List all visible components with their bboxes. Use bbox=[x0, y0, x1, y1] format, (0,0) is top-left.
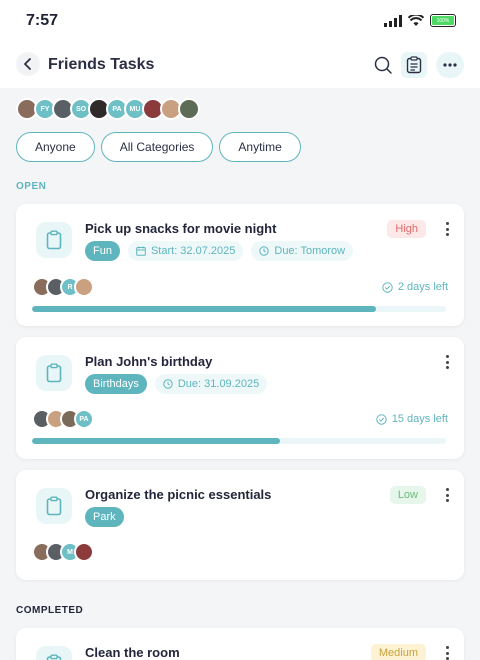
task-tags: Park bbox=[85, 507, 124, 527]
days-left-text: 15 days left bbox=[391, 413, 448, 425]
task-menu-button[interactable] bbox=[442, 644, 452, 660]
clipboard-icon bbox=[46, 363, 62, 383]
days-left-text: 2 days left bbox=[397, 281, 448, 293]
wifi-icon bbox=[408, 14, 424, 26]
progress-bar bbox=[32, 438, 446, 444]
search-icon bbox=[374, 56, 392, 74]
assignee-avatar bbox=[74, 277, 94, 297]
task-title: Pick up snacks for movie night bbox=[85, 221, 277, 236]
due-date: Due: Tomorow bbox=[251, 241, 354, 261]
days-left: 15 days left bbox=[376, 413, 448, 425]
due-date: Due: 31.09.2025 bbox=[154, 374, 268, 394]
status-bar: 7:57 100% bbox=[0, 0, 480, 46]
task-menu-button[interactable] bbox=[442, 220, 452, 238]
task-title: Organize the picnic essentials bbox=[85, 487, 272, 502]
priority-badge: High bbox=[387, 220, 426, 238]
clipboard-icon bbox=[46, 230, 62, 250]
priority-badge: Medium bbox=[370, 644, 426, 660]
task-icon bbox=[36, 222, 72, 258]
task-menu-button[interactable] bbox=[442, 353, 452, 371]
task-card[interactable]: Organize the picnic essentials Park Low … bbox=[16, 470, 464, 580]
section-open-label: OPEN bbox=[16, 181, 47, 192]
section-completed-label: COMPLETED bbox=[16, 605, 84, 616]
search-button[interactable] bbox=[372, 54, 394, 76]
task-card[interactable]: Plan John's birthday Birthdays Due: 31.0… bbox=[16, 337, 464, 459]
task-icon bbox=[36, 355, 72, 391]
task-title: Clean the room bbox=[85, 645, 180, 660]
assignee-avatar bbox=[74, 542, 94, 562]
battery-icon: 100% bbox=[430, 14, 456, 27]
category-tag: Birthdays bbox=[85, 374, 147, 394]
clock-icon bbox=[163, 379, 173, 389]
priority-badge: Low bbox=[389, 486, 426, 504]
filter-time[interactable]: Anytime bbox=[219, 132, 301, 162]
start-date-text: Start: 32.07.2025 bbox=[150, 245, 236, 257]
tasks-view-button[interactable] bbox=[401, 52, 427, 78]
assignee-avatar: PA bbox=[74, 409, 94, 429]
check-circle-icon bbox=[382, 281, 393, 293]
status-icons: 100% bbox=[384, 14, 456, 27]
category-tag: Fun bbox=[85, 241, 120, 261]
task-card[interactable]: Pick up snacks for movie night Fun Start… bbox=[16, 204, 464, 326]
task-tags: Birthdays Due: 31.09.2025 bbox=[85, 374, 268, 394]
app-header: Friends Tasks bbox=[0, 46, 480, 88]
back-button[interactable] bbox=[16, 52, 40, 76]
progress-bar bbox=[32, 306, 446, 312]
chevron-left-icon bbox=[24, 58, 31, 70]
task-title: Plan John's birthday bbox=[85, 354, 213, 369]
days-left: 2 days left bbox=[382, 281, 448, 293]
signal-icon bbox=[384, 14, 402, 27]
more-horizontal-icon bbox=[443, 63, 457, 67]
task-tags: Fun Start: 32.07.2025 Due: Tomorow bbox=[85, 241, 354, 261]
page-title: Friends Tasks bbox=[48, 56, 155, 73]
check-circle-icon bbox=[376, 413, 387, 425]
filter-assignee[interactable]: Anyone bbox=[16, 132, 95, 162]
progress-fill bbox=[32, 438, 281, 444]
more-options-button[interactable] bbox=[436, 52, 464, 78]
category-tag: Park bbox=[85, 507, 124, 527]
task-icon bbox=[36, 646, 72, 660]
calendar-icon bbox=[136, 246, 146, 256]
task-card[interactable]: Clean the room Medium bbox=[16, 628, 464, 660]
task-icon bbox=[36, 488, 72, 524]
start-date: Start: 32.07.2025 bbox=[127, 241, 244, 261]
battery-level: 100% bbox=[432, 16, 454, 25]
clipboard-icon bbox=[46, 654, 62, 660]
task-menu-button[interactable] bbox=[442, 486, 452, 504]
filter-category[interactable]: All Categories bbox=[100, 132, 214, 162]
progress-fill bbox=[32, 306, 376, 312]
clipboard-icon bbox=[46, 496, 62, 516]
friend-avatar[interactable] bbox=[178, 98, 200, 120]
status-time: 7:57 bbox=[26, 12, 59, 29]
clipboard-list-icon bbox=[406, 56, 422, 74]
filter-bar: Anyone All Categories Anytime bbox=[16, 132, 301, 162]
due-date-text: Due: Tomorow bbox=[274, 245, 346, 257]
due-date-text: Due: 31.09.2025 bbox=[177, 378, 260, 390]
clock-icon bbox=[259, 246, 270, 256]
